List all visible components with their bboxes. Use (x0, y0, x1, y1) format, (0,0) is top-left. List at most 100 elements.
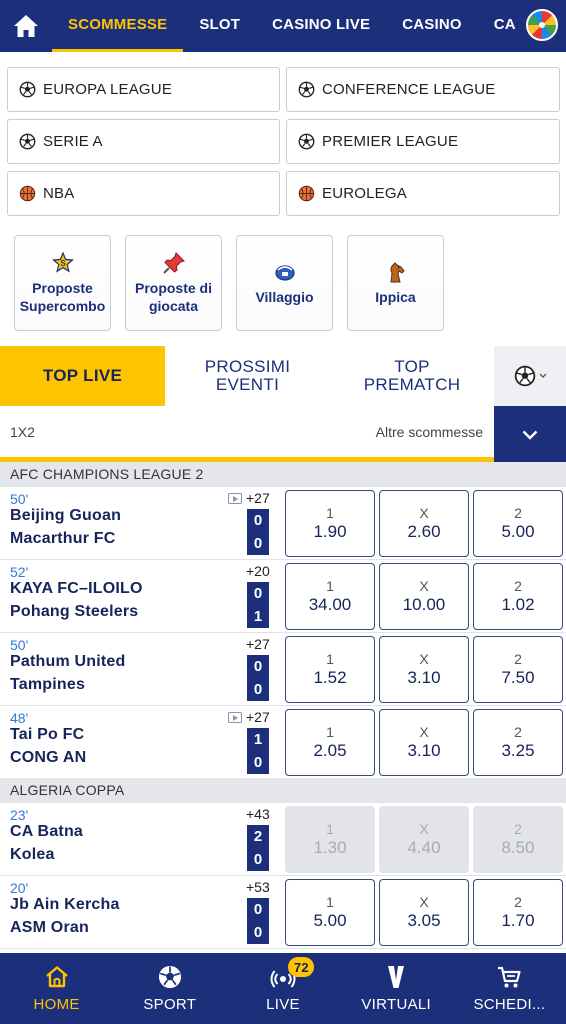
odd-button-1[interactable]: 1 1.90 (285, 490, 375, 557)
scoreboard: 2 0 (247, 825, 269, 871)
odd-button-1[interactable]: 1 34.00 (285, 563, 375, 630)
more-markets-count[interactable]: +27 (246, 636, 270, 652)
tab-prossimi-eventi[interactable]: PROSSIMI EVENTI (165, 346, 330, 406)
odd-key: 1 (326, 578, 334, 594)
competition-header: AFC CHAMPIONS LEAGUE 2 (0, 462, 566, 487)
league-premier-league[interactable]: PREMIER LEAGUE (286, 119, 560, 164)
tab-top-live[interactable]: TOP LIVE (0, 346, 165, 406)
promo-label-line1: Ippica (375, 289, 416, 305)
odd-button-x[interactable]: X 10.00 (379, 563, 469, 630)
promo-supercombo[interactable]: S Proposte Supercombo (14, 235, 111, 331)
match-minute: 50' (10, 637, 29, 653)
bottom-nav-sport[interactable]: SPORT (113, 953, 226, 1024)
more-markets-count[interactable]: +53 (246, 879, 270, 895)
match-row[interactable]: 52' KAYA FC–ILOILO Pohang Steelers +20 0… (0, 560, 566, 633)
odd-button-2[interactable]: 2 5.00 (473, 490, 563, 557)
supercombo-icon: S (51, 251, 74, 273)
live-stream-icon[interactable] (228, 712, 242, 723)
odd-button-2[interactable]: 2 1.02 (473, 563, 563, 630)
odd-button-1[interactable]: 1 2.05 (285, 709, 375, 776)
score-home: 2 (253, 827, 263, 845)
match-row[interactable]: 48' Tai Po FC CONG AN +27 1 0 1 2.05 X 3.1… (0, 706, 566, 779)
home-team: CA Batna (10, 823, 84, 840)
villaggio-icon (274, 265, 295, 281)
odd-button-x[interactable]: X 3.10 (379, 709, 469, 776)
market-filter: 1X2 Altre scommesse (0, 406, 566, 464)
pin-icon (162, 252, 185, 274)
live-stream-icon[interactable] (228, 493, 242, 504)
match-minute: 52' (10, 564, 29, 580)
tab-label-line1: PROSSIMI (204, 357, 291, 376)
home-icon (45, 966, 68, 988)
home-button[interactable] (0, 0, 52, 52)
bottom-nav-virtuali[interactable]: VIRTUALI (340, 953, 453, 1024)
tab-scommesse[interactable]: SCOMMESSE (52, 0, 184, 52)
tab-label-line2: PREMATCH (363, 375, 461, 394)
odd-key: X (419, 894, 429, 910)
odd-key: X (419, 578, 429, 594)
scoreboard: 0 1 (247, 582, 269, 628)
odd-value: 3.10 (407, 668, 441, 687)
bottom-nav-live[interactable]: 72 LIVE (226, 953, 339, 1024)
promo-label-line1: Villaggio (255, 289, 314, 305)
score-home: 0 (253, 511, 263, 529)
odd-key: 1 (326, 505, 334, 521)
match-row[interactable]: 50' Beijing Guoan Macarthur FC +27 0 0 1… (0, 487, 566, 560)
more-markets-count[interactable]: +27 (246, 709, 270, 725)
bottom-nav-schedine[interactable]: SCHEDI... (453, 953, 566, 1024)
odd-button-x[interactable]: X 2.60 (379, 490, 469, 557)
league-europa-league[interactable]: EUROPA LEAGUE (7, 67, 280, 112)
league-serie-a[interactable]: SERIE A (7, 119, 280, 164)
more-markets-count[interactable]: +27 (246, 490, 270, 506)
odd-button-2[interactable]: 2 3.25 (473, 709, 563, 776)
odd-button-1[interactable]: 1 1.52 (285, 636, 375, 703)
odd-key: X (419, 505, 429, 521)
promo-villaggio[interactable]: Villaggio (236, 235, 333, 331)
odd-button-2[interactable]: 2 1.70 (473, 879, 563, 946)
sport-selector[interactable] (494, 346, 566, 406)
basketball-icon (19, 185, 36, 202)
bottom-nav-label: SPORT (143, 996, 197, 1013)
score-home: 0 (253, 657, 263, 675)
tab-top-prematch[interactable]: TOP PREMATCH (330, 346, 494, 406)
odd-key: 1 (326, 651, 334, 667)
away-team: Pohang Steelers (10, 603, 139, 620)
match-row[interactable]: 50' Pathum United Tampines +27 0 0 1 1.52… (0, 633, 566, 706)
odd-value: 4.40 (407, 838, 441, 857)
bottom-nav-home[interactable]: HOME (0, 953, 113, 1024)
bottom-nav-label: SCHEDI... (473, 996, 546, 1013)
promo-ippica[interactable]: Ippica (347, 235, 444, 331)
odd-button-x[interactable]: X 3.05 (379, 879, 469, 946)
promo-label-line2: Supercombo (19, 298, 106, 314)
tab-casino[interactable]: CASINO (386, 0, 478, 52)
odd-button-1[interactable]: 1 5.00 (285, 879, 375, 946)
tab-ca[interactable]: CA (478, 0, 532, 52)
market-dropdown-button[interactable] (494, 406, 566, 464)
competition-header: ALGERIA COPPA (0, 778, 566, 803)
match-row[interactable]: 20' Jb Ain Kercha ASM Oran +53 0 0 1 5.00… (0, 876, 566, 949)
market-label[interactable]: 1X2 (10, 424, 35, 440)
tab-casino-live[interactable]: CASINO LIVE (256, 0, 386, 52)
league-shortcuts: EUROPA LEAGUE CONFERENCE LEAGUE SERIE A … (7, 67, 560, 216)
score-away: 0 (253, 753, 263, 771)
odd-value: 1.52 (313, 668, 347, 687)
home-team: Tai Po FC (10, 726, 85, 743)
fortune-wheel-icon[interactable] (526, 9, 558, 41)
odd-button-2[interactable]: 2 7.50 (473, 636, 563, 703)
league-label: CONFERENCE LEAGUE (322, 81, 496, 98)
match-row[interactable]: 23' CA Batna Kolea +43 2 0 1 1.30 X 4.40 2… (0, 803, 566, 876)
league-eurolega[interactable]: EUROLEGA (286, 171, 560, 216)
more-markets-count[interactable]: +20 (246, 563, 270, 579)
horse-icon (389, 262, 405, 283)
promo-proposte-giocata[interactable]: Proposte di giocata (125, 235, 222, 331)
odd-button-x[interactable]: X 3.10 (379, 636, 469, 703)
home-team: Pathum United (10, 653, 126, 670)
tab-slot[interactable]: SLOT (183, 0, 256, 52)
odd-value: 5.00 (313, 911, 347, 930)
league-nba[interactable]: NBA (7, 171, 280, 216)
other-bets-link[interactable]: Altre scommesse (376, 424, 483, 440)
match-minute: 23' (10, 807, 29, 823)
away-team: Tampines (10, 676, 86, 693)
more-markets-count[interactable]: +43 (246, 806, 270, 822)
league-conference-league[interactable]: CONFERENCE LEAGUE (286, 67, 560, 112)
